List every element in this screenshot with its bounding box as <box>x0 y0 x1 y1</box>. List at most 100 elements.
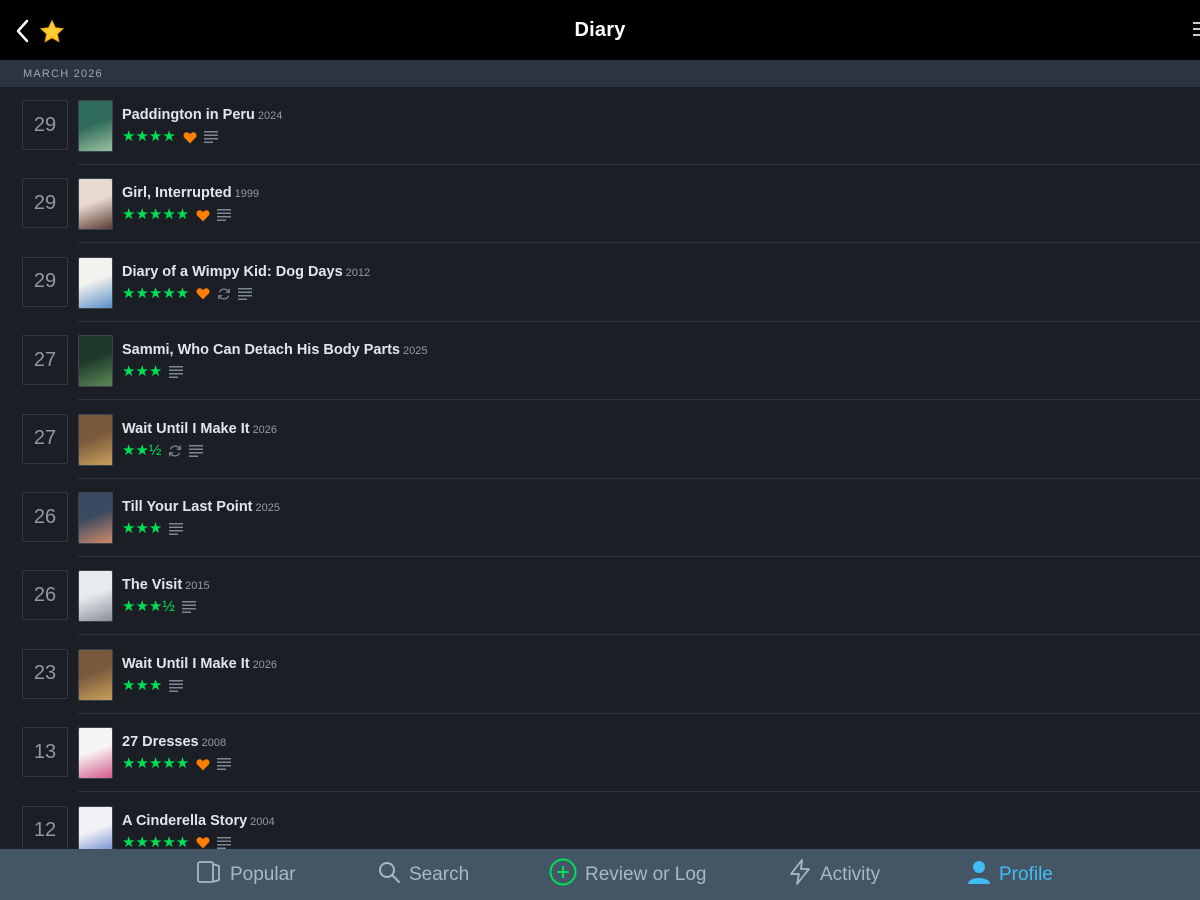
film-poster[interactable] <box>78 570 113 623</box>
diary-entry-row[interactable]: 26 Till Your Last Point 2025 ★★★ <box>0 479 1200 557</box>
entry-meta: ★★★ <box>122 364 427 380</box>
diary-entry-row[interactable]: 26 The Visit 2015 ★★★½ <box>0 557 1200 636</box>
day-box[interactable]: 29 <box>22 100 68 150</box>
top-bar: Diary <box>0 0 1200 60</box>
day-number: 23 <box>33 662 57 685</box>
diary-entry-row[interactable]: 12 A Cinderella Story 2004 ★★★★★ <box>0 793 1200 849</box>
entry-info: Wait Until I Make It 2026 ★★★ <box>122 656 277 694</box>
diary-entry-row[interactable]: 27 Sammi, Who Can Detach His Body Parts 20… <box>0 322 1200 401</box>
entry-meta: ★★★★ <box>122 129 282 145</box>
day-number: 13 <box>33 740 57 763</box>
film-title[interactable]: Wait Until I Make It <box>122 656 250 672</box>
tab-label-review-or-log: Review or Log <box>585 863 707 885</box>
review-text-icon <box>169 523 184 535</box>
page-title: Diary <box>574 18 626 41</box>
star-rating: ★★★★ <box>122 128 176 145</box>
day-box[interactable]: 29 <box>22 178 68 229</box>
plus-circle-icon <box>549 858 577 891</box>
diary-entry-row[interactable]: 23 Wait Until I Make It 2026 ★★★ <box>0 636 1200 714</box>
search-icon <box>377 860 401 889</box>
day-box[interactable]: 27 <box>22 413 68 464</box>
film-title[interactable]: Diary of a Wimpy Kid: Dog Days <box>122 264 343 280</box>
review-text-icon <box>181 601 196 614</box>
film-poster[interactable] <box>78 100 113 152</box>
film-year: 1999 <box>234 188 260 201</box>
diary-entry-row[interactable]: 29 Paddington in Peru 2024 ★★★★ <box>0 87 1200 165</box>
entry-info: 27 Dresses 2008 ★★★★★ <box>122 734 232 772</box>
film-poster[interactable] <box>78 256 113 309</box>
tab-label-popular: Popular <box>230 863 296 885</box>
rewatch-icon <box>168 444 182 458</box>
film-poster[interactable] <box>78 413 113 466</box>
day-number: 26 <box>33 505 57 528</box>
entry-info: Till Your Last Point 2025 ★★★ <box>122 499 280 537</box>
star-rating: ★★★ <box>122 363 163 381</box>
tab-profile[interactable]: Profile <box>967 849 1053 900</box>
day-box[interactable]: 27 <box>22 335 68 386</box>
popular-icon <box>196 859 222 890</box>
review-text-icon <box>169 679 184 692</box>
film-poster[interactable] <box>78 178 113 231</box>
back-chevron-icon[interactable] <box>12 18 32 44</box>
tab-review-or-log[interactable]: Review or Log <box>549 849 706 900</box>
menu-icon[interactable] <box>1190 20 1200 40</box>
star-rating: ★★★★★ <box>122 284 190 302</box>
diary-entry-row[interactable]: 13 27 Dresses 2008 ★★★★★ <box>0 714 1200 793</box>
film-year: 2025 <box>402 345 428 358</box>
star-icon[interactable] <box>38 18 66 46</box>
entry-meta: ★★★★★ <box>122 284 370 302</box>
film-title[interactable]: Girl, Interrupted <box>122 185 232 201</box>
diary-entry-row[interactable]: 29 Girl, Interrupted 1999 ★★★★★ <box>0 165 1200 244</box>
film-title[interactable]: Sammi, Who Can Detach His Body Parts <box>122 342 400 358</box>
tab-label-activity: Activity <box>820 863 881 885</box>
day-number: 27 <box>33 427 57 450</box>
tab-activity[interactable]: Activity <box>788 849 880 900</box>
entry-info: The Visit 2015 ★★★½ <box>122 577 210 615</box>
day-number: 29 <box>33 191 57 214</box>
film-poster[interactable] <box>78 492 113 544</box>
entry-meta: ★★★½ <box>122 599 210 615</box>
star-rating: ★★★½ <box>122 598 175 616</box>
day-number: 12 <box>33 819 57 842</box>
film-year: 2004 <box>250 815 275 828</box>
diary-entry-row[interactable]: 29 Diary of a Wimpy Kid: Dog Days 2012 ★★★★… <box>0 244 1200 322</box>
film-year: 2008 <box>201 737 227 750</box>
film-poster[interactable] <box>78 335 113 388</box>
tab-popular[interactable]: Popular <box>196 849 296 900</box>
day-box[interactable]: 29 <box>22 256 68 307</box>
day-box[interactable]: 26 <box>22 492 68 542</box>
film-year: 2026 <box>252 423 278 436</box>
day-box[interactable]: 12 <box>22 805 68 849</box>
film-poster[interactable] <box>78 648 113 701</box>
day-box[interactable]: 26 <box>22 570 68 621</box>
entry-meta: ★★★ <box>122 521 280 537</box>
heart-icon <box>196 836 210 849</box>
entry-meta: ★★★ <box>122 676 277 694</box>
film-title[interactable]: Wait Until I Make It <box>122 421 250 437</box>
heart-icon <box>183 131 197 144</box>
heart-icon <box>196 758 210 771</box>
day-number: 26 <box>33 583 57 606</box>
review-text-icon <box>189 444 204 457</box>
film-title[interactable]: Paddington in Peru <box>122 107 255 123</box>
film-poster[interactable] <box>78 727 113 780</box>
review-text-icon <box>169 366 184 379</box>
day-box[interactable]: 13 <box>22 727 68 778</box>
entry-info: Sammi, Who Can Detach His Body Parts 2025… <box>122 342 427 380</box>
star-rating: ★★★ <box>122 676 163 694</box>
day-box[interactable]: 23 <box>22 648 68 699</box>
film-title[interactable]: The Visit <box>122 577 182 593</box>
day-number: 29 <box>33 270 57 293</box>
day-number: 29 <box>33 113 57 136</box>
review-text-icon <box>238 287 253 300</box>
diary-entry-row[interactable]: 27 Wait Until I Make It 2026 ★★½ <box>0 401 1200 479</box>
diary-list: 29 Paddington in Peru 2024 ★★★★ 29 Girl, Inte… <box>0 87 1200 849</box>
film-title[interactable]: Till Your Last Point <box>122 499 253 515</box>
star-rating: ★★★★★ <box>122 833 190 849</box>
film-title[interactable]: A Cinderella Story <box>122 813 247 829</box>
film-title[interactable]: 27 Dresses <box>122 734 199 750</box>
tab-search[interactable]: Search <box>377 849 469 900</box>
entry-info: A Cinderella Story 2004 ★★★★★ <box>122 813 275 849</box>
film-poster[interactable] <box>78 805 113 849</box>
film-year: 2012 <box>345 266 371 279</box>
